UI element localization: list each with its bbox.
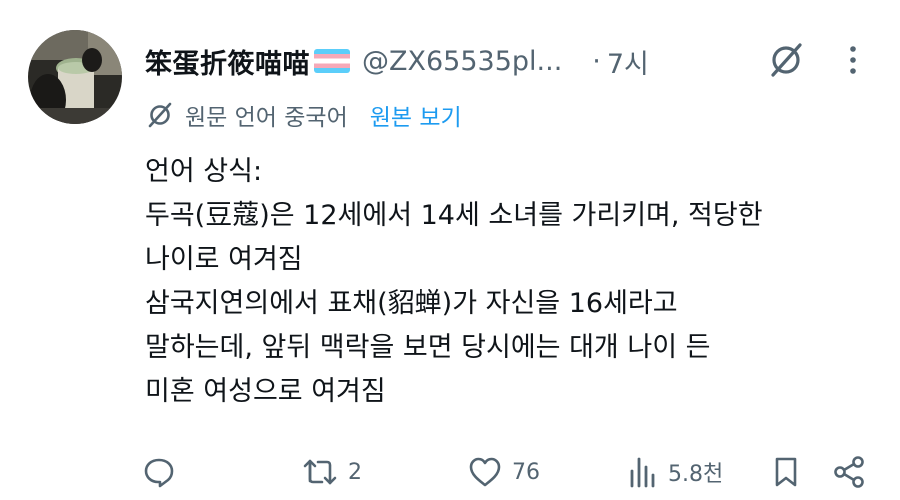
post-body-line: 말하는데, 앞뒤 맥락을 보면 당시에는 대개 나이 든 xyxy=(145,332,711,363)
translation-row: 원문 언어 중국어 원본 보기 xyxy=(145,96,462,134)
post-body-line: 언어 상식: xyxy=(145,156,263,187)
heart-icon xyxy=(469,457,501,487)
transgender-flag-icon xyxy=(314,49,350,73)
like-button[interactable]: 76 xyxy=(468,452,540,492)
author-display-name[interactable]: 笨蛋折筱喵喵 xyxy=(145,42,310,81)
post-body-line: 두곡(豆蔻)은 12세에서 14세 소녀를 가리키며, 적당한 xyxy=(145,200,763,231)
more-options-button[interactable] xyxy=(838,40,868,80)
show-original-link[interactable]: 원본 보기 xyxy=(370,98,462,132)
more-vertical-icon xyxy=(850,46,856,74)
grok-button[interactable] xyxy=(766,40,806,80)
repost-button[interactable]: 2 xyxy=(302,452,362,492)
post-body-line: 삼국지연의에서 표채(貂蝉)가 자신을 16세라고 xyxy=(145,288,678,319)
translate-icon xyxy=(145,100,175,130)
post-body: 언어 상식: 두곡(豆蔻)은 12세에서 14세 소녀를 가리키며, 적당한 나… xyxy=(145,150,885,414)
repost-count: 2 xyxy=(348,459,362,485)
post-body-line: 미혼 여성으로 여겨짐 xyxy=(145,376,386,407)
bookmark-icon xyxy=(775,457,797,487)
like-count: 76 xyxy=(512,459,540,485)
views-button[interactable]: 5.8천 xyxy=(628,452,723,492)
post[interactable]: 笨蛋折筱喵喵 @ZX65535pl... · 7시 원문 언어 중국어 원본 보… xyxy=(0,0,900,500)
separator-dot: · xyxy=(592,45,601,77)
avatar[interactable] xyxy=(28,30,122,124)
post-header: 笨蛋折筱喵喵 @ZX65535pl... · 7시 xyxy=(145,38,649,84)
avatar-image xyxy=(28,30,122,124)
share-icon xyxy=(834,456,864,488)
post-body-line: 나이로 여겨짐 xyxy=(145,244,303,275)
translation-language-label: 원문 언어 중국어 xyxy=(185,105,348,131)
grok-icon xyxy=(771,43,802,77)
views-count: 5.8천 xyxy=(668,462,724,487)
action-bar: 2 76 5.8천 xyxy=(0,446,900,496)
post-timestamp[interactable]: 7시 xyxy=(607,42,649,81)
share-button[interactable] xyxy=(832,452,866,492)
author-handle[interactable]: @ZX65535pl... xyxy=(362,46,562,77)
bookmark-button[interactable] xyxy=(772,452,800,492)
reply-icon xyxy=(144,458,174,488)
reply-button[interactable] xyxy=(142,452,176,492)
views-icon xyxy=(630,457,655,488)
repost-icon xyxy=(303,459,337,485)
